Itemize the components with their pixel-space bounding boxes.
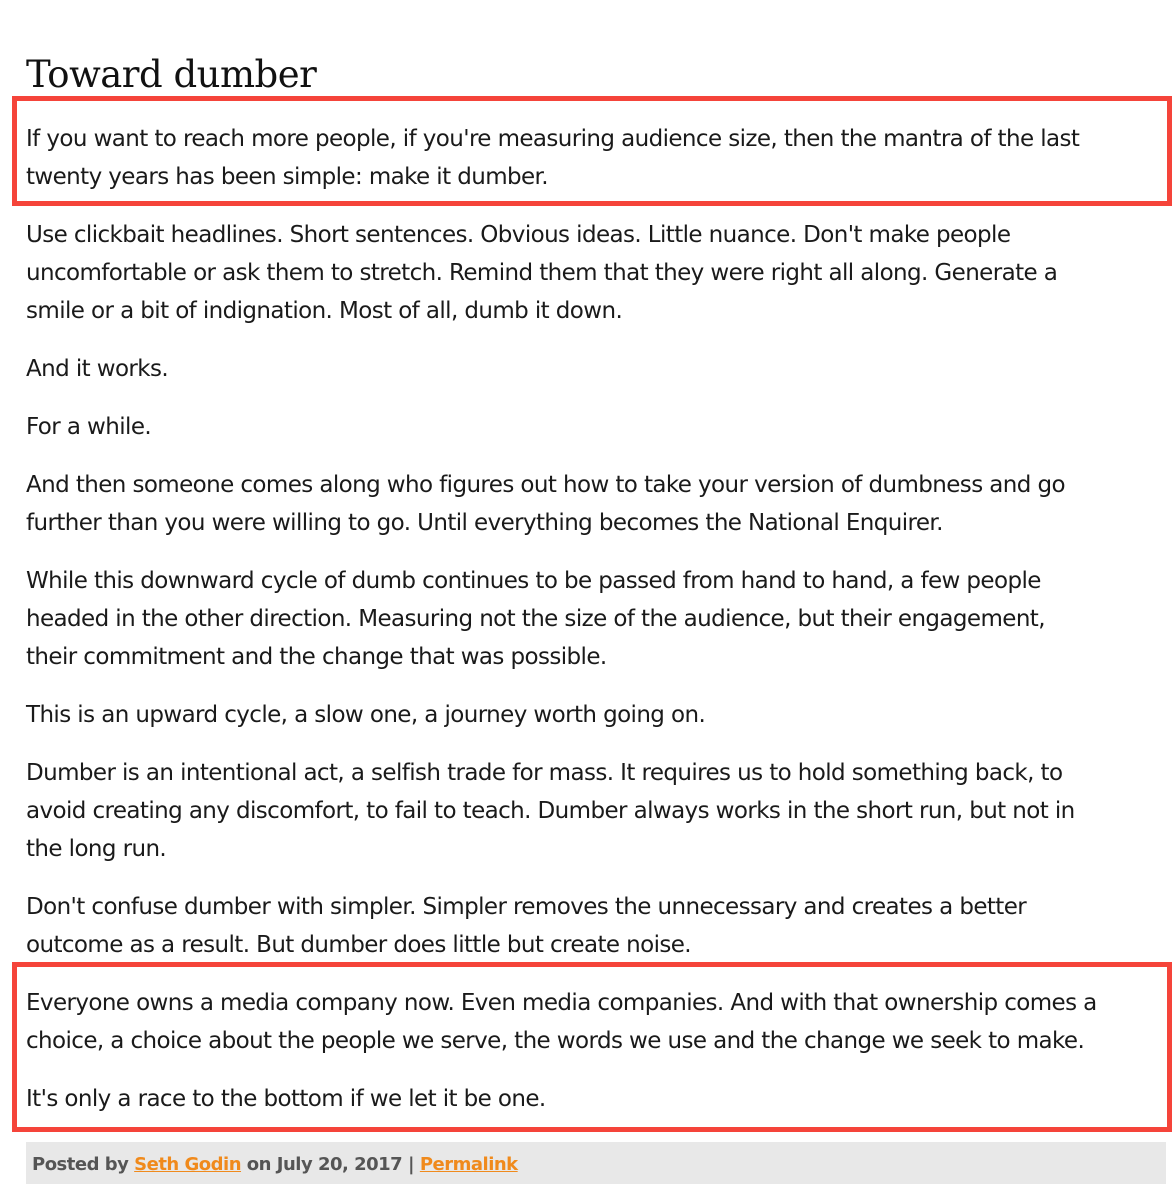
paragraph-line: choice, a choice about the people we ser… — [26, 1028, 1085, 1054]
on-label: on — [246, 1154, 272, 1175]
paragraph-line: avoid creating any discomfort, to fail t… — [26, 798, 1075, 824]
paragraph-line: further than you were willing to go. Unt… — [26, 510, 943, 536]
paragraph-line: Don't confuse dumber with simpler. Simpl… — [26, 894, 1027, 920]
paragraph-line: For a while. — [26, 414, 152, 440]
posted-by-label: Posted by — [32, 1154, 129, 1175]
paragraph-line: twenty years has been simple: make it du… — [26, 164, 549, 190]
paragraph-line: And it works. — [26, 356, 169, 382]
footer-separator: | — [407, 1154, 415, 1175]
post-footer: Posted by Seth Godin on July 20, 2017 | … — [26, 1142, 1166, 1184]
paragraph-line: outcome as a result. But dumber does lit… — [26, 932, 692, 958]
paragraph-line: the long run. — [26, 836, 167, 862]
paragraph-line: This is an upward cycle, a slow one, a j… — [26, 702, 706, 728]
post-title: Toward dumber — [26, 53, 317, 96]
paragraph-7: This is an upward cycle, a slow one, a j… — [26, 696, 1161, 734]
paragraph-line: smile or a bit of indignation. Most of a… — [26, 298, 623, 324]
paragraph-6: While this downward cycle of dumb contin… — [26, 562, 1161, 676]
permalink-link[interactable]: Permalink — [420, 1154, 518, 1175]
paragraph-line: While this downward cycle of dumb contin… — [26, 568, 1041, 594]
paragraph-2: Use clickbait headlines. Short sentences… — [26, 216, 1161, 330]
paragraph-10: Everyone owns a media company now. Even … — [26, 984, 1161, 1060]
paragraph-1: If you want to reach more people, if you… — [26, 120, 1161, 196]
paragraph-11: It's only a race to the bottom if we let… — [26, 1080, 1161, 1118]
paragraph-line: headed in the other direction. Measuring… — [26, 606, 1046, 632]
paragraph-line: If you want to reach more people, if you… — [26, 126, 1080, 152]
paragraph-line: And then someone comes along who figures… — [26, 472, 1066, 498]
paragraph-line: uncomfortable or ask them to stretch. Re… — [26, 260, 1058, 286]
post-date: July 20, 2017 — [276, 1154, 403, 1175]
author-link[interactable]: Seth Godin — [134, 1154, 241, 1175]
paragraph-line: Dumber is an intentional act, a selfish … — [26, 760, 1063, 786]
paragraph-line: It's only a race to the bottom if we let… — [26, 1086, 546, 1112]
paragraph-4: For a while. — [26, 408, 1161, 446]
paragraph-5: And then someone comes along who figures… — [26, 466, 1161, 542]
paragraph-3: And it works. — [26, 350, 1161, 388]
paragraph-9: Don't confuse dumber with simpler. Simpl… — [26, 888, 1161, 964]
paragraph-8: Dumber is an intentional act, a selfish … — [26, 754, 1161, 868]
paragraph-line: their commitment and the change that was… — [26, 644, 607, 670]
paragraph-line: Everyone owns a media company now. Even … — [26, 990, 1097, 1016]
paragraph-line: Use clickbait headlines. Short sentences… — [26, 222, 1011, 248]
